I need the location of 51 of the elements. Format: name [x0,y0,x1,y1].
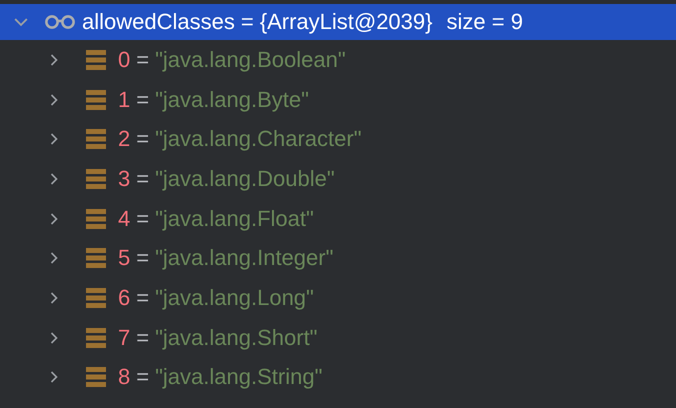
element-index: 3 [118,166,130,192]
equals-sign: = [136,206,150,232]
list-icon [86,208,106,229]
equals-sign: = [136,86,150,113]
size-label: size = 9 [446,9,523,35]
list-icon [86,129,106,150]
chevron-right-icon[interactable] [48,370,60,384]
glasses-icon [44,15,76,29]
equals-sign: = [136,46,150,73]
element-index: 6 [118,284,130,311]
equals-sign: = [136,245,150,272]
list-icon [86,50,106,70]
element-value: "java.lang.Short" [155,324,318,351]
variable-row[interactable]: allowedClasses = {ArrayList@2039} size = 9 [0,4,676,40]
element-index: 1 [118,86,130,113]
chevron-right-icon[interactable] [48,251,60,266]
element-value: "java.lang.Byte" [155,86,309,113]
element-value: "java.lang.Long" [155,284,314,311]
element-index: 5 [118,245,130,272]
equals-sign: = [136,284,150,311]
equals-sign: = [136,166,150,192]
chevron-right-icon[interactable] [48,290,60,305]
variable-value: {ArrayList@2039} [260,9,432,35]
element-value: "java.lang.Float" [155,206,314,232]
element-index: 8 [118,364,130,390]
list-icon [86,367,106,388]
chevron-right-icon[interactable] [48,92,60,107]
element-index: 2 [118,126,130,152]
variable-name: allowedClasses [82,9,235,35]
chevron-right-icon[interactable] [48,132,60,146]
element-index: 7 [118,324,130,351]
list-icon [86,90,106,110]
list-icon [86,168,106,189]
element-value: "java.lang.String" [155,364,322,390]
equals-sign: = [136,126,150,152]
element-value: "java.lang.Double" [155,166,335,192]
element-value: "java.lang.Boolean" [155,46,346,73]
list-icon [86,248,106,268]
chevron-right-icon[interactable] [48,172,60,186]
equals-sign: = [136,324,150,351]
element-value: "java.lang.Character" [155,126,362,152]
equals-sign: = [240,9,254,35]
chevron-right-icon[interactable] [48,52,60,67]
chevron-right-icon[interactable] [48,212,60,226]
list-icon [86,328,106,348]
element-index: 4 [118,206,130,232]
list-icon [86,288,106,308]
element-value: "java.lang.Integer" [155,245,334,272]
equals-sign: = [136,364,150,390]
element-index: 0 [118,46,130,73]
chevron-right-icon[interactable] [48,330,60,345]
